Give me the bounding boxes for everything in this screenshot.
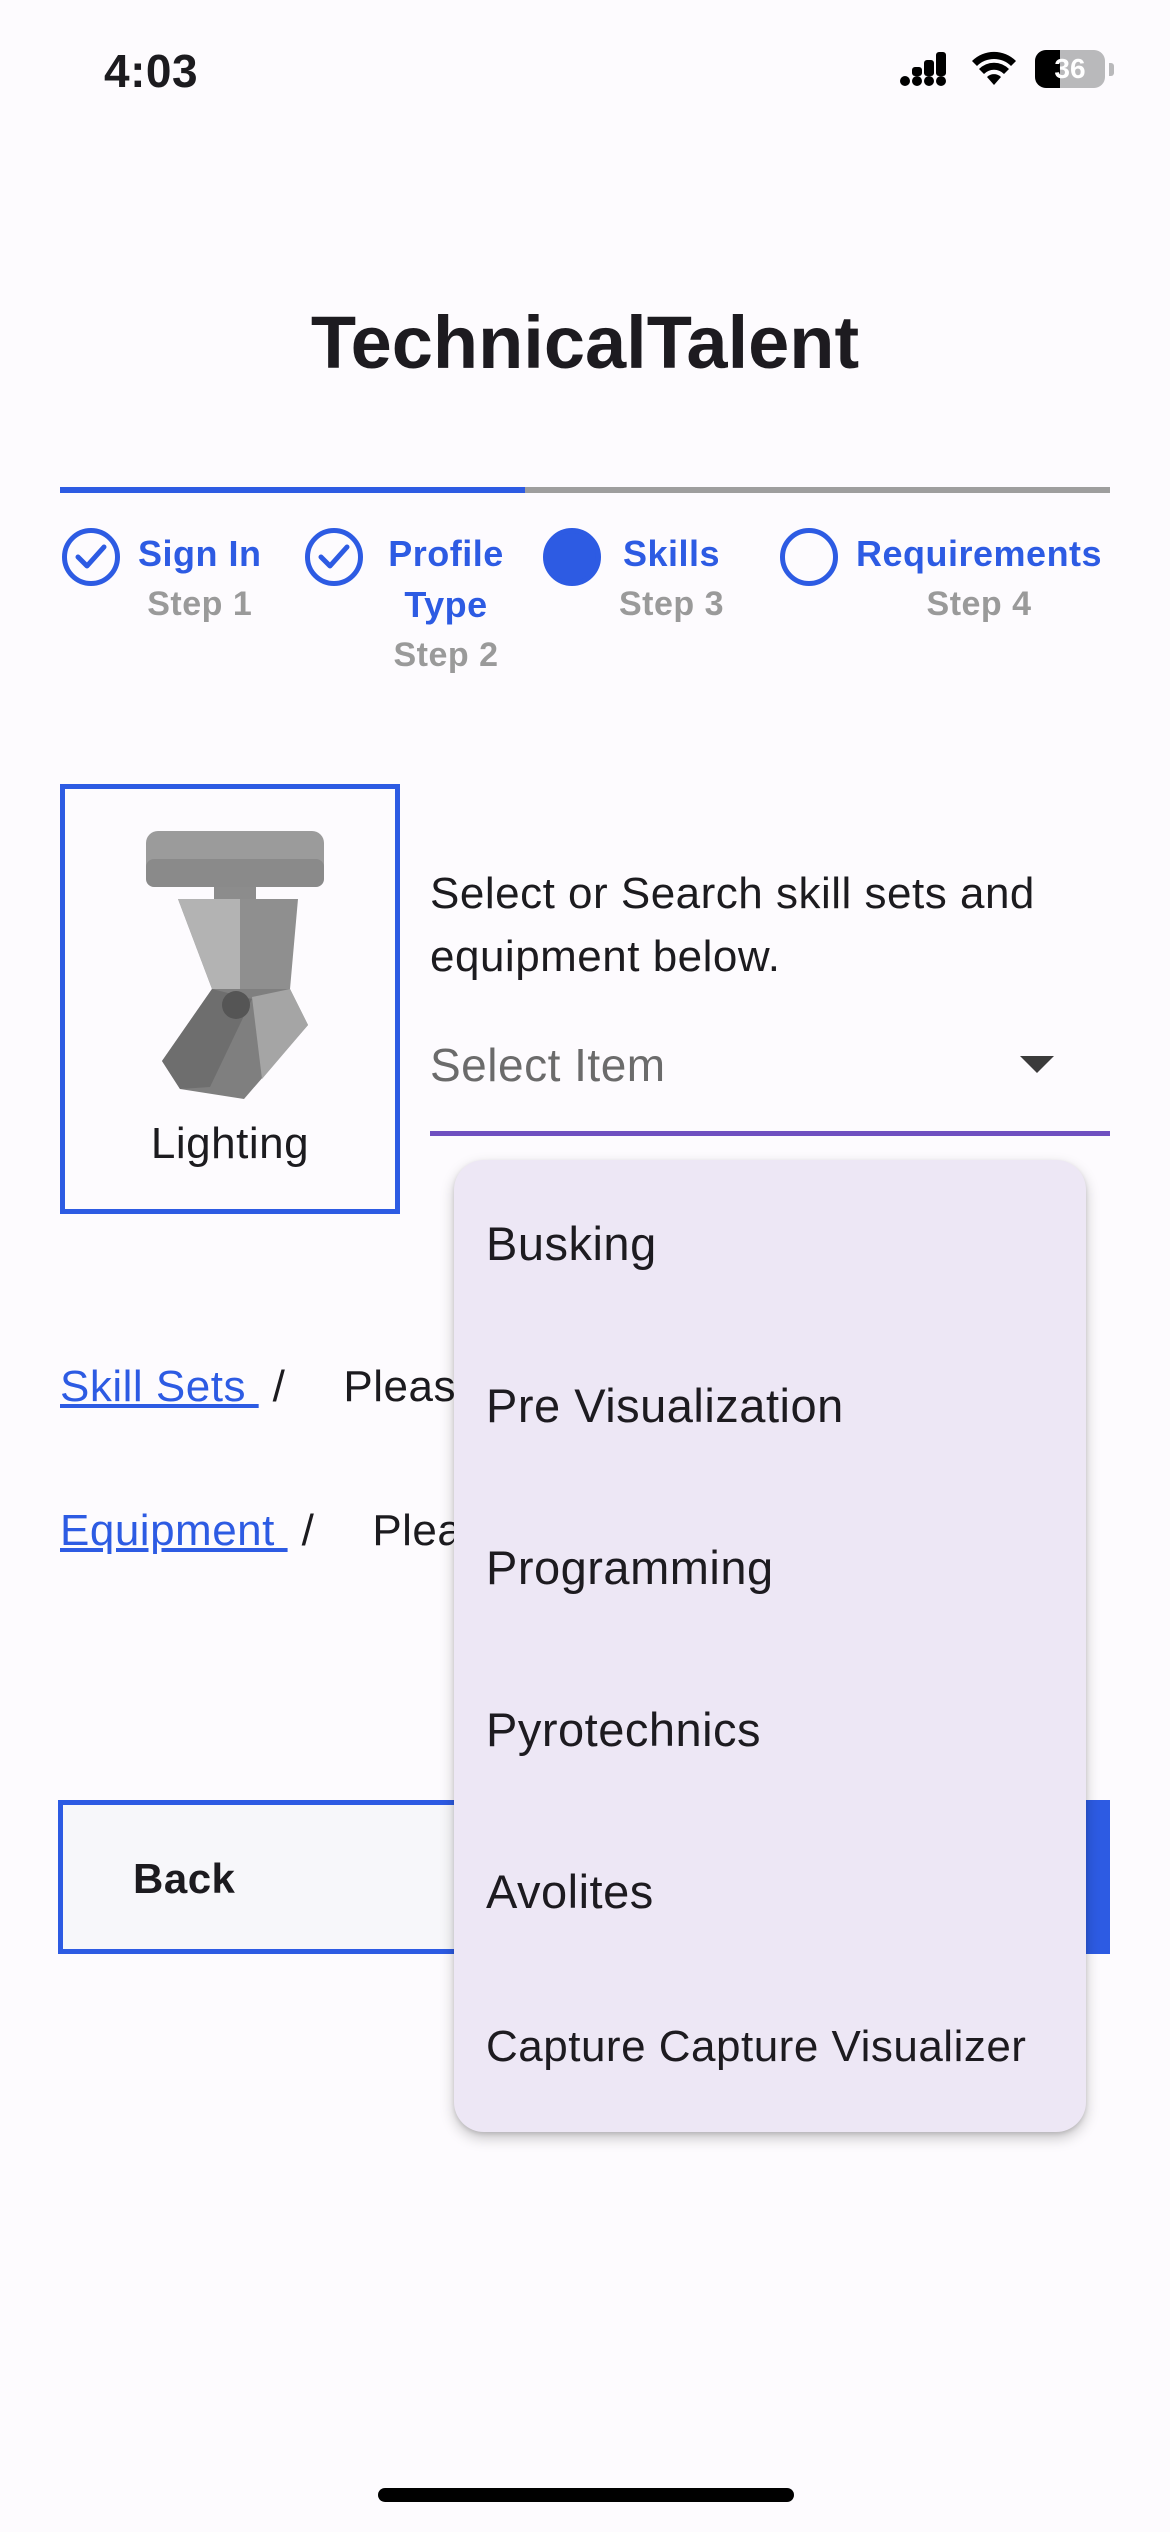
breadcrumb-separator: /: [272, 1362, 286, 1411]
menu-item-busking[interactable]: Busking: [486, 1216, 657, 1271]
menu-item-avolites[interactable]: Avolites: [486, 1864, 654, 1919]
menu-item-capture-visualizer[interactable]: Capture Capture Visualizer: [486, 2022, 1026, 2072]
step-skills[interactable]: Skills Step 3: [543, 528, 724, 630]
wifi-icon: [972, 51, 1016, 85]
step-label: Sign In: [138, 533, 262, 574]
step-current-dot-icon: [543, 528, 601, 586]
dropdown-menu: Busking Pre Visualization Programming Py…: [454, 1160, 1086, 2132]
instructions-text: Select or Search skill sets and equipmen…: [430, 869, 1035, 981]
menu-item-programming[interactable]: Programming: [486, 1540, 774, 1595]
battery-tip: [1109, 62, 1114, 76]
step-pending-circle-icon: [780, 528, 838, 586]
moving-head-light-icon: [146, 831, 324, 1099]
dropdown-arrow-icon: [1020, 1056, 1054, 1073]
back-button-label: Back: [133, 1855, 236, 1902]
step-completed-check-icon: [62, 528, 120, 586]
skill-sets-link[interactable]: Skill Sets: [60, 1362, 259, 1411]
step-number: Step 3: [619, 585, 725, 623]
skill-sets-hint: Pleas: [343, 1362, 456, 1411]
step-label: Profile Type: [388, 533, 504, 625]
category-card-lighting[interactable]: Lighting: [60, 784, 400, 1214]
status-time: 4:03: [104, 45, 199, 97]
equipment-link[interactable]: Equipment: [60, 1506, 288, 1555]
status-icons: 36: [899, 50, 1114, 88]
equipment-hint: Plea: [372, 1506, 463, 1555]
select-placeholder: Select Item: [430, 1039, 666, 1091]
step-completed-check-icon: [305, 528, 363, 586]
breadcrumb-separator: /: [301, 1506, 315, 1555]
category-label: Lighting: [150, 1119, 310, 1168]
menu-item-pyrotechnics[interactable]: Pyrotechnics: [486, 1702, 761, 1757]
equipment-row: Equipment / Plea: [60, 1506, 462, 1556]
battery-icon: 36: [1035, 50, 1105, 88]
step-requirements[interactable]: Requirements Step 4: [780, 528, 1102, 630]
step-number: Step 1: [147, 585, 253, 623]
step-number: Step 4: [926, 585, 1032, 623]
step-number: Step 2: [393, 636, 499, 674]
step-label: Requirements: [856, 533, 1103, 574]
stepper-progress-track: [60, 487, 1110, 493]
stepper-progress-fill: [60, 487, 525, 493]
step-label: Skills: [622, 533, 721, 574]
menu-item-pre-visualization[interactable]: Pre Visualization: [486, 1378, 844, 1433]
battery-level: 36: [1054, 53, 1086, 84]
cellular-signal-icon: [900, 52, 946, 86]
step-sign-in[interactable]: Sign In Step 1: [62, 528, 262, 630]
skill-sets-row: Skill Sets / Pleas: [60, 1362, 456, 1412]
step-profile-type[interactable]: Profile Type Step 2: [305, 528, 511, 681]
select-item-dropdown[interactable]: Select Item: [430, 1028, 1110, 1136]
app-title: TechnicalTalent: [310, 301, 860, 384]
home-indicator[interactable]: [378, 2488, 794, 2502]
